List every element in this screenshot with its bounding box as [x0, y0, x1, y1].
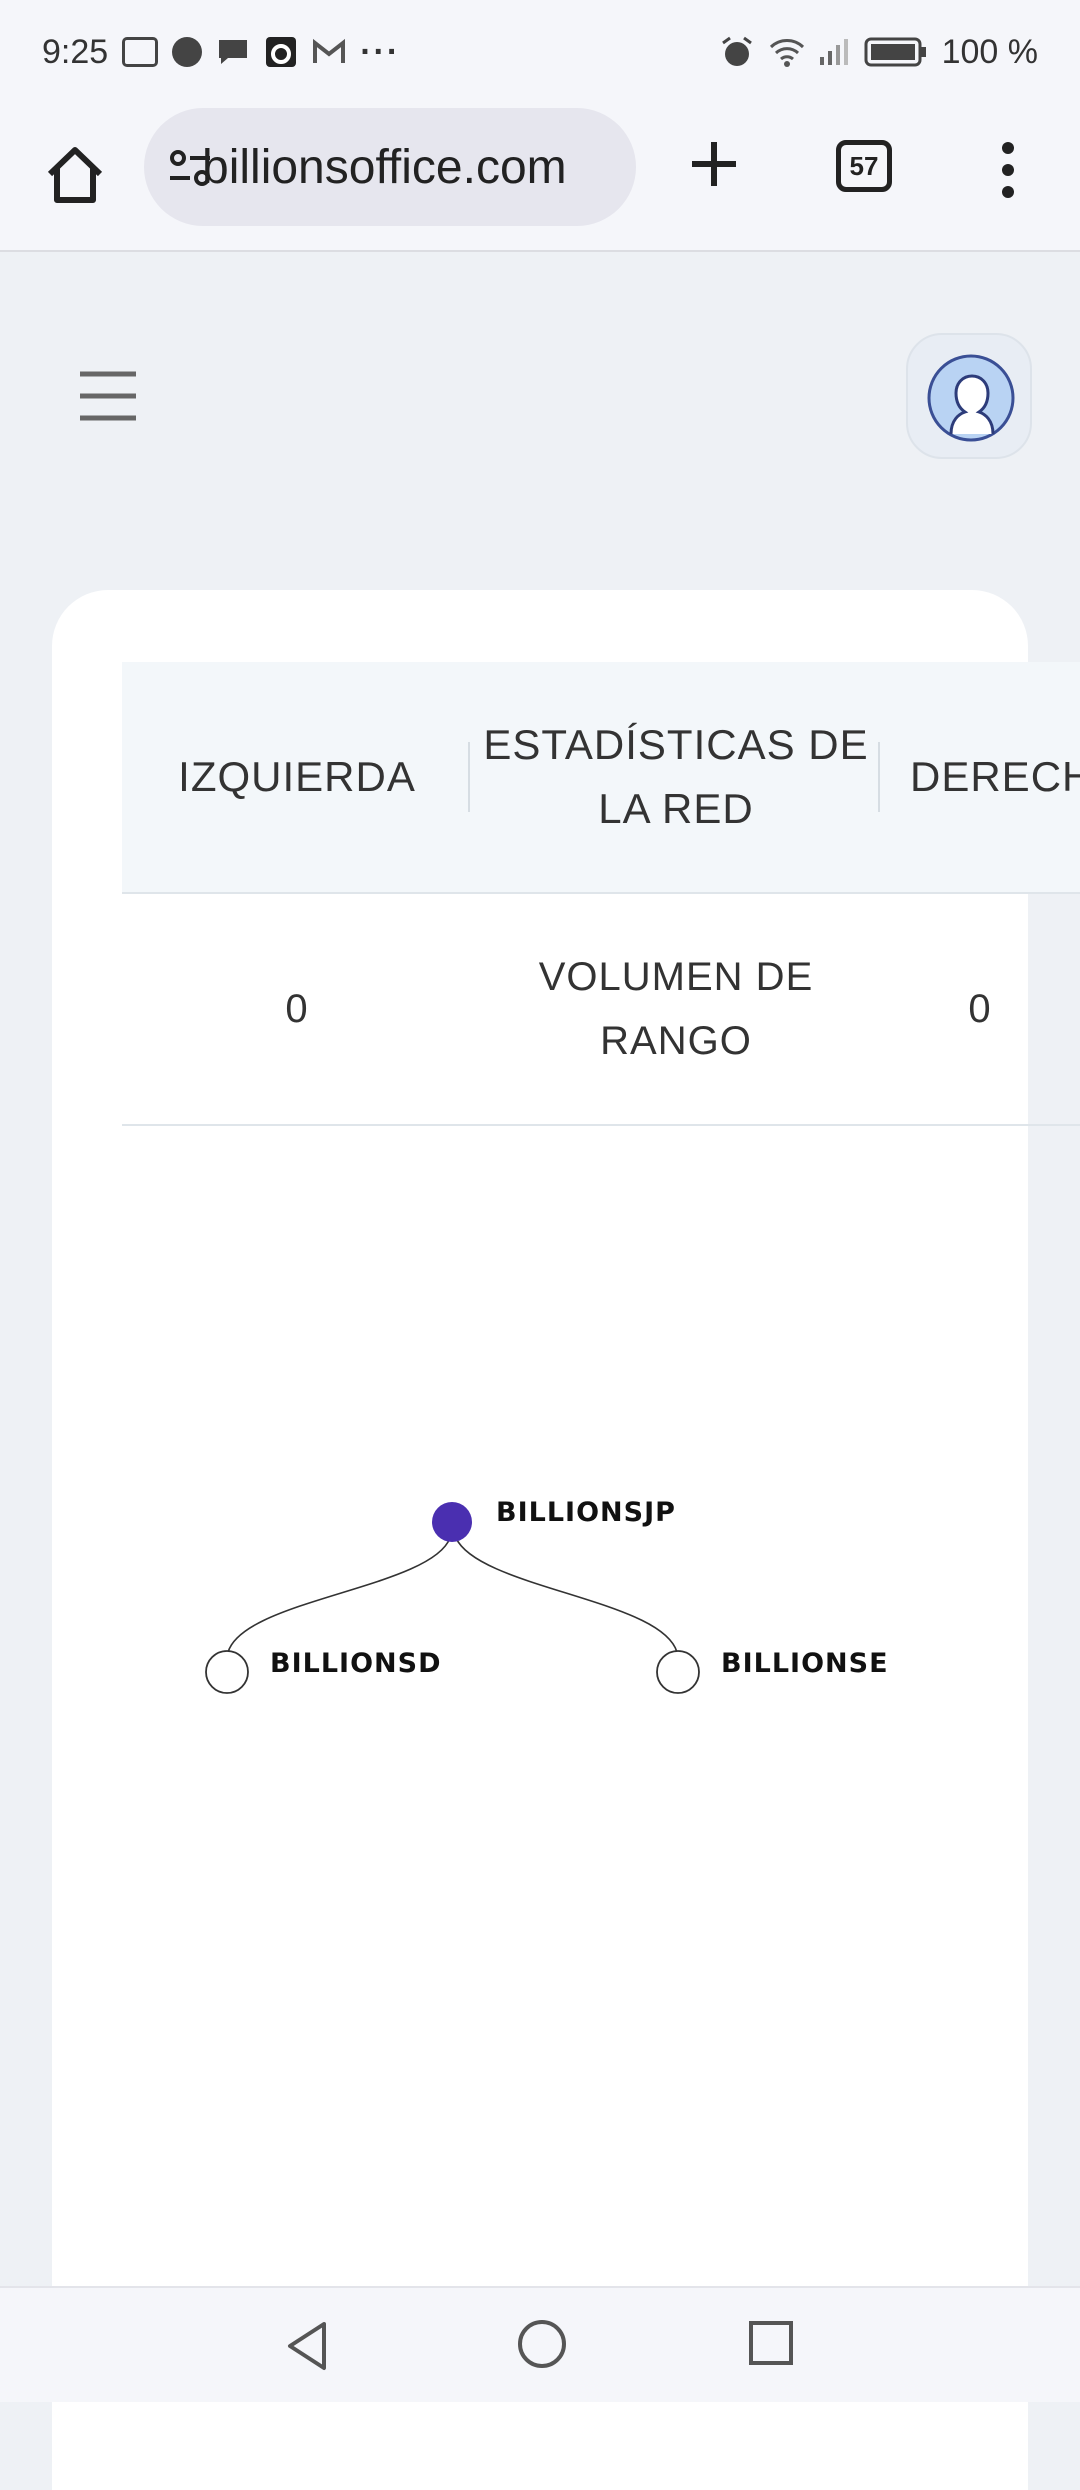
facebook-icon [172, 37, 203, 67]
more-vert-icon [1002, 142, 1014, 198]
header-right: DERECHA [910, 753, 1080, 800]
browser-menu-button[interactable] [990, 140, 1026, 200]
battery-icon [864, 35, 928, 69]
header-divider [468, 742, 470, 812]
home-nav-button[interactable] [514, 2316, 570, 2372]
right-volume: 0 [968, 987, 992, 1031]
square-recents-icon [749, 2321, 793, 2365]
avatar-icon [927, 354, 1015, 442]
tree-node-right-label: BILLIONSE [721, 1648, 889, 1679]
new-tab-button[interactable] [684, 134, 744, 194]
plus-icon [692, 142, 736, 186]
tree-node-root-label: BILLIONSJP [496, 1497, 676, 1528]
gmail-icon [312, 35, 346, 69]
left-volume: 0 [285, 987, 309, 1031]
row-label: VOLUMEN DE RANGO [538, 955, 814, 1063]
wifi-icon [768, 35, 804, 69]
notification-app-icon [122, 37, 159, 67]
alarm-icon [720, 35, 754, 69]
back-icon [288, 2322, 326, 2370]
browser-toolbar: billionsoffice.com 57 [0, 104, 1080, 252]
url-text: billionsoffice.com [202, 141, 567, 194]
home-button[interactable] [40, 140, 110, 210]
tab-switcher-button[interactable]: 57 [836, 140, 892, 192]
table-row: 0 VOLUMEN DE RANGO 0 [122, 894, 1080, 1126]
user-avatar-button[interactable] [906, 333, 1032, 459]
recents-button[interactable] [746, 2318, 796, 2368]
header-left: IZQUIERDA [178, 753, 416, 800]
status-bar: 9:25 ··· 100 % [0, 0, 1080, 104]
tree-node-left-label: BILLIONSD [270, 1648, 442, 1679]
menu-button[interactable] [80, 370, 136, 422]
circle-home-icon [518, 2320, 566, 2368]
hamburger-icon [80, 371, 136, 421]
battery-level: 100 % [941, 32, 1038, 71]
more-notifications-icon: ··· [360, 32, 401, 71]
home-icon [47, 147, 103, 203]
network-stats-table: IZQUIERDA ESTADÍSTICAS DE LA RED DERECHA… [122, 662, 1080, 1126]
system-nav-bar [0, 2286, 1080, 2402]
signal-icon [816, 35, 850, 69]
app-icon [264, 35, 298, 69]
header-network-stats: ESTADÍSTICAS DE LA RED [483, 721, 869, 832]
tab-count: 57 [849, 150, 879, 181]
table-header: IZQUIERDA ESTADÍSTICAS DE LA RED DERECHA [122, 662, 1080, 894]
address-bar[interactable]: billionsoffice.com [144, 108, 636, 226]
message-icon [216, 35, 250, 69]
status-time: 9:25 [42, 32, 109, 71]
back-button[interactable] [280, 2318, 336, 2374]
